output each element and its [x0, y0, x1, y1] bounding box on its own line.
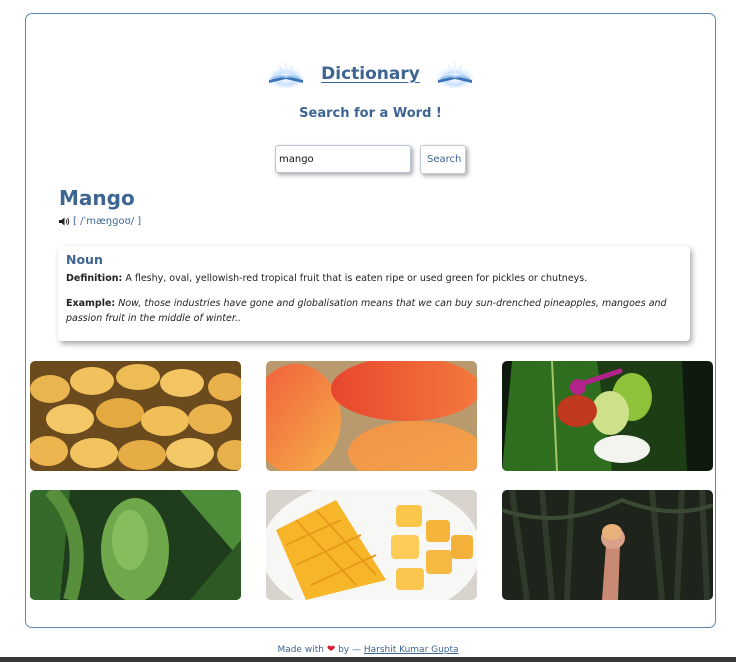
- bottom-bar: [0, 657, 736, 662]
- diced-mango-photo[interactable]: [266, 490, 477, 600]
- book-icon: [434, 60, 476, 88]
- speaker-icon[interactable]: [58, 216, 70, 227]
- phonetic-text: [ /ˈmæŋɡoʊ/ ]: [73, 216, 142, 227]
- search-bar: Search: [26, 145, 715, 174]
- hand-holding-mango-photo[interactable]: [502, 490, 713, 600]
- heart-icon: ❤: [326, 644, 336, 655]
- pronunciation-row: [ /ˈmæŋɡoʊ/ ]: [58, 216, 141, 227]
- footer: Made with ❤ by — Harshit Kumar Gupta: [0, 644, 736, 655]
- example-label: Example:: [66, 298, 116, 309]
- footer-by: by —: [338, 645, 361, 655]
- page-title[interactable]: Dictionary: [321, 64, 420, 84]
- book-icon: [265, 60, 307, 88]
- mango-chili-powder-photo[interactable]: [502, 361, 713, 471]
- word-heading: Mango: [59, 186, 135, 210]
- header: Dictionary: [26, 60, 715, 88]
- subtitle: Search for a Word !: [299, 106, 442, 121]
- author-link[interactable]: Harshit Kumar Gupta: [364, 645, 459, 655]
- example-line: Example: Now, those industries have gone…: [66, 296, 682, 326]
- dictionary-card: Dictionary Search for a Word ! Se: [25, 13, 716, 628]
- example-text: Now, those industries have gone and glob…: [66, 298, 667, 324]
- part-of-speech: Noun: [66, 252, 103, 267]
- definition-text: A fleshy, oval, yellowish-red tropical f…: [125, 273, 588, 284]
- footer-made-with: Made with: [277, 645, 324, 655]
- search-input[interactable]: [275, 145, 411, 173]
- mango-on-tree-photo[interactable]: [30, 490, 241, 600]
- definition-line: Definition: A fleshy, oval, yellowish-re…: [66, 271, 682, 286]
- definition-box: Noun Definition: A fleshy, oval, yellowi…: [58, 246, 690, 341]
- mango-pile-photo[interactable]: [30, 361, 241, 471]
- red-mangoes-photo[interactable]: [266, 361, 477, 471]
- search-button[interactable]: Search: [420, 145, 466, 174]
- definition-label: Definition:: [66, 273, 123, 284]
